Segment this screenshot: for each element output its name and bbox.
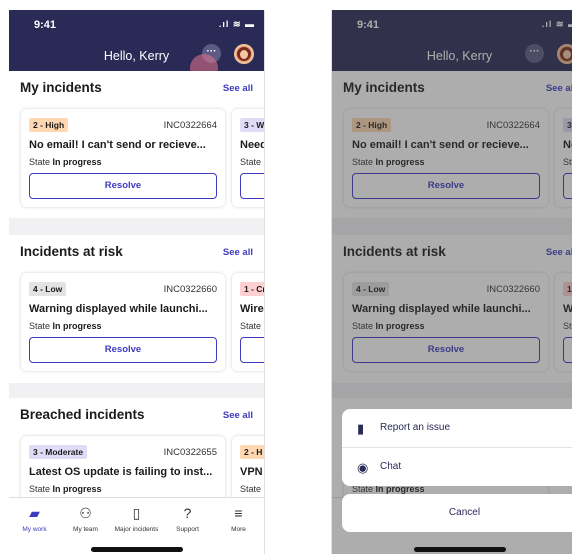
tab-support[interactable]: ? Support <box>162 504 213 533</box>
battery-icon: ▬ <box>245 19 255 29</box>
incident-description: Wire <box>240 303 264 315</box>
see-all-link[interactable]: See all <box>223 247 253 258</box>
priority-badge: 2 - High <box>29 118 69 132</box>
incident-number: INC0322655 <box>163 447 217 458</box>
incident-description: Latest OS update is failing to inst... <box>29 466 213 478</box>
app-header: 9:41 .ıl ≋ ▬ Hello, Kerry ··· <box>9 10 264 71</box>
tab-label: Support <box>176 526 199 533</box>
tab-label: Major incidents <box>114 526 159 533</box>
tab-major-incidents[interactable]: ▯ Major incidents <box>111 504 162 533</box>
clipboard-icon: ▯ <box>132 505 141 521</box>
avatar-face <box>240 50 248 59</box>
incident-description: VPN <box>240 466 263 478</box>
help-icon: ? <box>183 505 192 521</box>
section-breached-incidents: Breached incidents See all 3 - Moderate … <box>9 398 264 534</box>
incident-number: INC0322660 <box>163 284 217 295</box>
incident-state: State <box>240 484 262 494</box>
bottom-tab-bar: ▰ My work ⚇ My team ▯ Major incidents ? … <box>9 497 264 554</box>
cancel-button[interactable]: Cancel <box>342 494 572 532</box>
incident-description: Warning displayed while launchi... <box>29 303 208 315</box>
wifi-icon: ≋ <box>232 19 242 29</box>
home-indicator <box>91 547 183 552</box>
incident-state: State In progress <box>29 321 102 331</box>
chat-option[interactable]: ◉ Chat <box>342 448 572 486</box>
tab-label: More <box>231 526 246 533</box>
incident-description: No email! I can't send or recieve... <box>29 139 206 151</box>
option-label: Report an issue <box>380 422 451 433</box>
signal-icon: .ıl <box>218 19 230 29</box>
frame-edge <box>264 10 265 554</box>
tab-label: My team <box>73 526 98 533</box>
chat-icon: ◉ <box>357 460 369 475</box>
greeting: Hello, Kerry <box>103 49 170 63</box>
see-all-link[interactable]: See all <box>223 83 253 94</box>
incident-state: State <box>240 321 262 331</box>
incident-card-peek[interactable]: 1 - Cr Wire State <box>232 273 264 371</box>
section-title: Incidents at risk <box>20 244 123 259</box>
status-icons: .ıl ≋ ▬ <box>219 19 255 30</box>
priority-badge: 3 - Moderate <box>29 445 88 459</box>
tab-label: My work <box>22 526 47 533</box>
action-sheet: ▮ Report an issue ◉ Chat <box>342 409 572 486</box>
tab-my-work[interactable]: ▰ My work <box>9 504 60 533</box>
incident-state: State <box>240 157 262 167</box>
avatar[interactable] <box>234 44 254 64</box>
incident-description: Need <box>240 139 264 151</box>
option-label: Chat <box>380 461 402 472</box>
priority-badge: 3 - W <box>240 118 264 132</box>
clipboard-icon: ▮ <box>357 421 365 436</box>
phone-screen-default: 9:41 .ıl ≋ ▬ Hello, Kerry ··· My inciden… <box>9 10 264 554</box>
team-icon: ⚇ <box>79 505 92 521</box>
incident-state: State In progress <box>29 157 102 167</box>
priority-badge: 4 - Low <box>29 282 67 296</box>
section-title: Breached incidents <box>20 407 145 422</box>
incident-card[interactable]: 4 - Low INC0322660 Warning displayed whi… <box>21 273 225 371</box>
incident-number: INC0322664 <box>163 120 217 131</box>
resolve-button[interactable] <box>240 173 264 199</box>
priority-badge: 2 - H <box>240 445 264 459</box>
phone-screen-action-sheet: 9:41 .ıl ≋ ▬ Hello, Kerry ··· My inciden… <box>332 10 572 554</box>
tab-more[interactable]: ≡ More <box>213 504 264 533</box>
resolve-button[interactable]: Resolve <box>29 337 217 363</box>
tab-my-team[interactable]: ⚇ My team <box>60 504 111 533</box>
section-title: My incidents <box>20 80 102 95</box>
incident-card[interactable]: 2 - High INC0322664 No email! I can't se… <box>21 109 225 207</box>
resolve-button[interactable]: Resolve <box>29 173 217 199</box>
priority-badge: 1 - Cr <box>240 282 264 296</box>
resolve-button[interactable] <box>240 337 264 363</box>
menu-icon: ≡ <box>234 505 243 521</box>
see-all-link[interactable]: See all <box>223 410 253 421</box>
section-my-incidents: My incidents See all 2 - High INC0322664… <box>9 71 264 218</box>
incident-state: State In progress <box>29 484 102 494</box>
status-time: 9:41 <box>34 19 57 31</box>
briefcase-icon: ▰ <box>29 505 40 521</box>
section-incidents-at-risk: Incidents at risk See all 4 - Low INC032… <box>9 235 264 383</box>
incident-card-peek[interactable]: 3 - W Need State <box>232 109 264 207</box>
home-indicator <box>414 547 506 552</box>
report-issue-option[interactable]: ▮ Report an issue <box>342 409 572 447</box>
